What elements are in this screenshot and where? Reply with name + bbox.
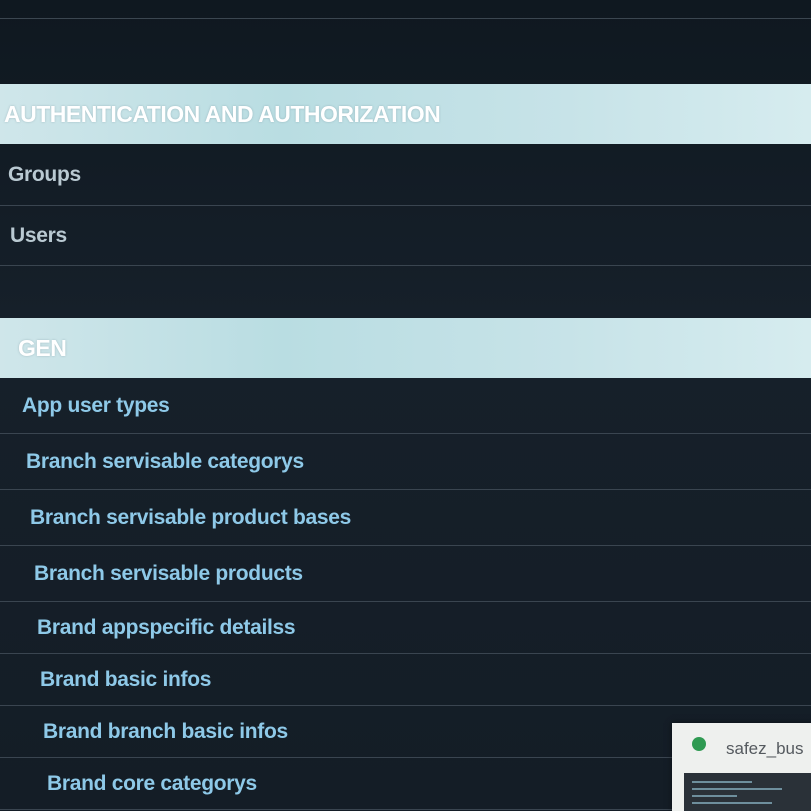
model-row: Branch servisable products <box>0 546 811 602</box>
module-title[interactable]: GEN <box>18 335 67 361</box>
model-row: App user types <box>0 378 811 434</box>
window-thumbnail <box>684 773 811 811</box>
taskbar-preview-title: safez_bus <box>726 739 804 758</box>
model-link-brand-basic-infos[interactable]: Brand basic infos <box>40 668 211 692</box>
app-icon <box>692 737 706 751</box>
model-link-branch-servisable-product-bases[interactable]: Branch servisable product bases <box>30 506 351 530</box>
model-row: Groups <box>0 144 811 206</box>
model-row: Brand appspecific detailss <box>0 602 811 654</box>
module-header-auth[interactable]: AUTHENTICATION AND AUTHORIZATION <box>0 84 811 144</box>
model-row: Branch servisable product bases <box>0 490 811 546</box>
model-row: Users <box>0 206 811 266</box>
module-title[interactable]: AUTHENTICATION AND AUTHORIZATION <box>4 101 441 127</box>
admin-screen: AUTHENTICATION AND AUTHORIZATION Groups … <box>0 0 811 811</box>
model-link-groups[interactable]: Groups <box>8 163 81 187</box>
model-link-app-user-types[interactable]: App user types <box>22 394 170 418</box>
model-link-brand-branch-basic-infos[interactable]: Brand branch basic infos <box>43 720 288 744</box>
model-link-branch-servisable-products[interactable]: Branch servisable products <box>34 562 303 586</box>
module-auth: AUTHENTICATION AND AUTHORIZATION Groups … <box>0 84 811 266</box>
model-row: Brand basic infos <box>0 654 811 706</box>
model-link-brand-appspecific-detailss[interactable]: Brand appspecific detailss <box>37 616 296 640</box>
model-link-users[interactable]: Users <box>10 224 67 248</box>
model-link-brand-core-categorys[interactable]: Brand core categorys <box>47 772 257 796</box>
divider <box>0 18 811 19</box>
model-row: Branch servisable categorys <box>0 434 811 490</box>
taskbar-preview[interactable]: safez_bus <box>672 723 811 811</box>
model-link-branch-servisable-categorys[interactable]: Branch servisable categorys <box>26 450 304 474</box>
module-header-gen[interactable]: GEN <box>0 318 811 378</box>
